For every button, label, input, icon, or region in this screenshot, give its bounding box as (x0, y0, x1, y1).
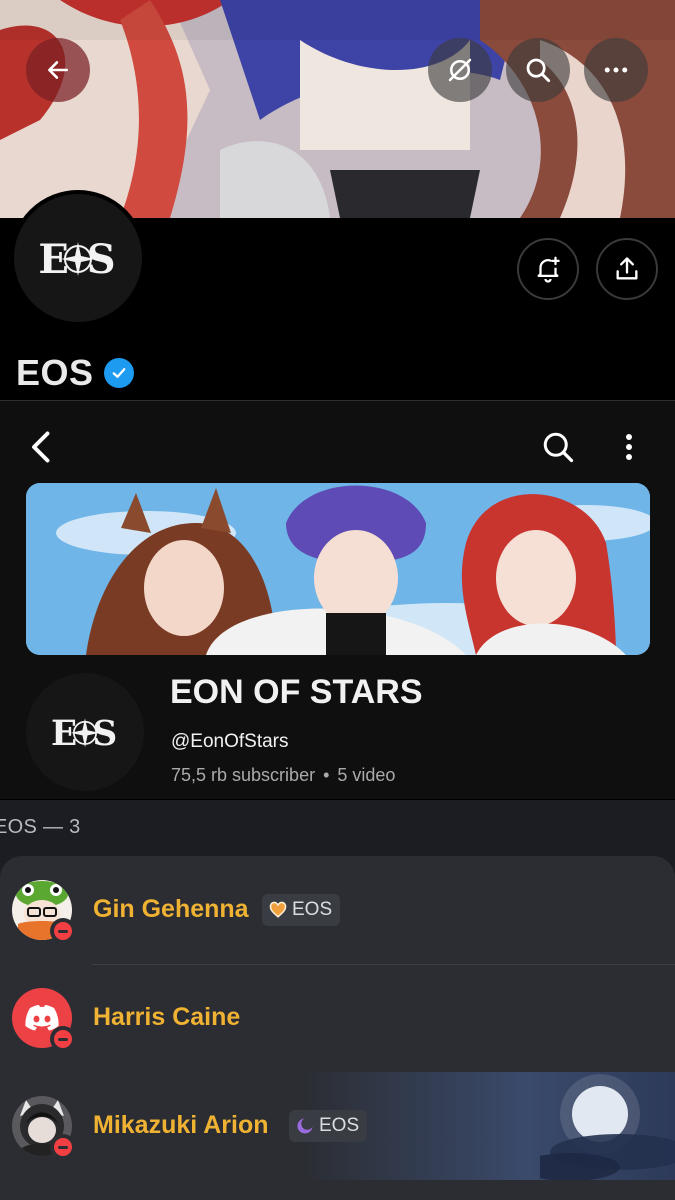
orange-heart-icon (268, 900, 288, 920)
member-list: EOS — 3 Gin Gehenna EOS Harris Caine Mik… (0, 800, 675, 1200)
channel-search-button[interactable] (536, 425, 580, 469)
stats-separator: • (323, 765, 330, 785)
profile-banner (0, 0, 675, 218)
member-row[interactable]: Gin Gehenna EOS (0, 856, 675, 964)
verified-badge-icon (103, 358, 134, 388)
channel-handle: @EonOfStars (171, 731, 289, 752)
subscriber-count: 75,5 rb subscriber (171, 765, 316, 785)
back-arrow-icon (48, 61, 68, 79)
dnd-status-icon (50, 1134, 76, 1160)
notify-button[interactable] (517, 238, 579, 300)
search-button[interactable] (506, 38, 570, 102)
video-count: 5 video (337, 765, 396, 785)
channel-banner (26, 483, 650, 655)
member-name[interactable]: Harris Caine (93, 1003, 240, 1032)
share-button[interactable] (596, 238, 658, 300)
channel-back-button[interactable] (20, 425, 60, 469)
member-row[interactable]: Harris Caine (0, 964, 675, 1072)
server-tag-label: EOS (319, 1115, 360, 1136)
eos-logo-icon: E S (51, 714, 117, 754)
eos-logo-icon: E S (38, 236, 115, 283)
profile-name-text: EOS (16, 352, 94, 393)
dnd-status-icon (50, 1026, 76, 1052)
channel-more-button[interactable] (612, 425, 646, 469)
member-name[interactable]: Gin Gehenna (93, 895, 249, 924)
server-tag[interactable]: EOS (289, 1110, 368, 1142)
channel-stats: 75,5 rb subscriber • 5 video (171, 765, 395, 786)
more-button[interactable] (584, 38, 648, 102)
share-icon (616, 257, 638, 280)
hide-button[interactable] (428, 38, 492, 102)
server-tag[interactable]: EOS (262, 894, 341, 926)
chevron-left-icon (32, 431, 50, 463)
channel-title: EON OF STARS (170, 673, 423, 711)
profile-avatar[interactable]: E S (10, 190, 146, 326)
profile-effect-moon (540, 1074, 675, 1180)
bell-plus-icon (537, 256, 560, 283)
channel-avatar[interactable]: E S (26, 673, 144, 791)
profile-name: EOS (16, 352, 134, 394)
dnd-status-icon (50, 918, 76, 944)
member-name[interactable]: Mikazuki Arion (93, 1111, 269, 1140)
member-card: Gin Gehenna EOS Harris Caine Mikazuki Ar… (0, 856, 675, 1200)
search-icon (543, 432, 574, 463)
more-horizontal-icon (604, 67, 628, 73)
member-row[interactable]: Mikazuki Arion EOS (0, 1072, 675, 1180)
channel-panel: E S EON OF STARS @EonOfStars 75,5 rb sub… (0, 401, 675, 799)
eye-slash-icon (448, 58, 472, 82)
banner-artwork (0, 0, 675, 218)
back-button[interactable] (26, 38, 90, 102)
purple-moon-icon (295, 1116, 315, 1136)
server-tag-label: EOS (292, 899, 333, 920)
role-group-header: EOS — 3 (0, 816, 81, 838)
search-icon (526, 58, 551, 83)
channel-banner-artwork (26, 483, 650, 655)
more-vertical-icon (626, 434, 632, 460)
